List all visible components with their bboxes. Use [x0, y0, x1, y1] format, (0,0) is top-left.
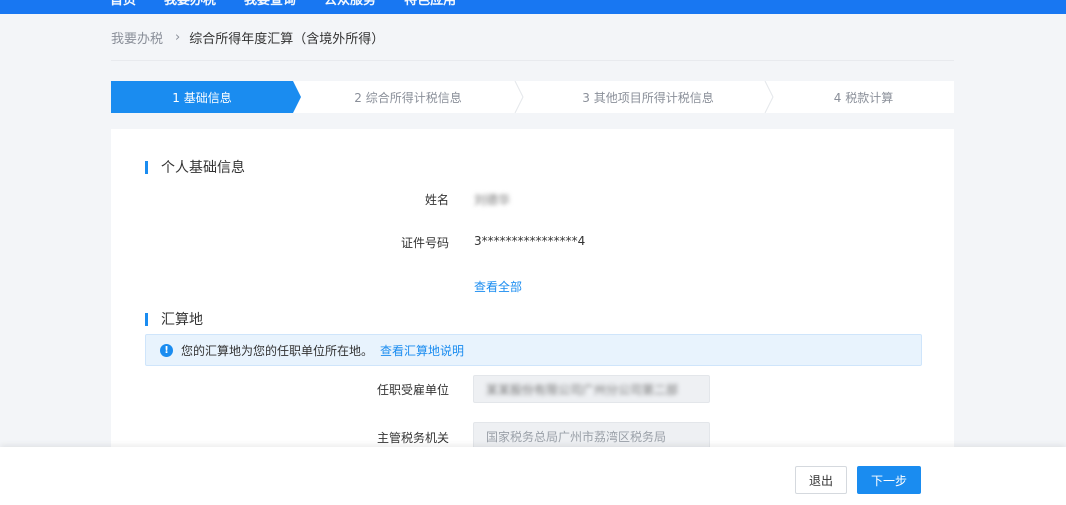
id-number-label: 证件号码 [400, 236, 449, 250]
tax-office-field: 国家税务总局广州市荔湾区税务局 [473, 422, 710, 450]
view-all-link[interactable]: 查看全部 [474, 278, 522, 295]
step-label: 3 其他项目所得计税信息 [582, 90, 714, 105]
employer-field: 某某股份有限公司广州分公司第二部 [473, 375, 710, 403]
section-marker [145, 160, 148, 174]
id-number-value: 3****************4 [474, 234, 586, 248]
settlement-notice: ! 您的汇算地为您的任职单位所在地。 查看汇算地说明 [145, 334, 922, 366]
breadcrumb-divider [111, 60, 954, 61]
section-settlement-place: 汇算地 [145, 309, 203, 329]
info-icon: ! [160, 343, 173, 357]
step-other-income: 3 其他项目所得计税信息 [523, 81, 774, 113]
chevron-right-icon: › [175, 30, 181, 45]
step-chevron-icon [764, 81, 774, 113]
step-label: 2 综合所得计税信息 [354, 90, 462, 105]
step-tax-calculation: 4 税款计算 [773, 81, 954, 113]
step-comprehensive-income: 2 综合所得计税信息 [293, 81, 524, 113]
section-title: 个人基础信息 [161, 160, 245, 176]
next-step-button[interactable]: 下一步 [857, 466, 921, 494]
progress-steps: 1 基础信息 2 综合所得计税信息 3 其他项目所得计税信息 4 税款计算 [111, 81, 954, 113]
nav-item-home[interactable]: 首页 [110, 0, 136, 11]
name-value: 刘德华 [474, 193, 511, 207]
step-chevron-icon [514, 81, 524, 113]
name-label: 姓名 [424, 193, 449, 207]
footer-action-bar: 退出 下一步 [0, 447, 1066, 505]
step-arrow-icon [293, 81, 301, 113]
settlement-explanation-link[interactable]: 查看汇算地说明 [380, 342, 464, 359]
step-basic-info: 1 基础信息 [111, 81, 301, 113]
top-nav: 首页 我要办税 我要查询 公众服务 特色应用 [110, 0, 484, 11]
nav-item-public[interactable]: 公众服务 [324, 0, 376, 11]
tax-office-label: 主管税务机关 [376, 431, 449, 445]
breadcrumb-home-link[interactable]: 我要办税 [111, 28, 163, 47]
employer-label: 任职受雇单位 [376, 383, 449, 397]
section-personal-info: 个人基础信息 [145, 157, 245, 177]
exit-button[interactable]: 退出 [795, 466, 847, 494]
form-card: 个人基础信息 姓名 刘德华 证件号码 3****************4 查看… [111, 129, 954, 459]
breadcrumb-current: 综合所得年度汇算（含境外所得） [189, 32, 385, 47]
nav-item-special[interactable]: 特色应用 [404, 0, 456, 11]
nav-item-tax[interactable]: 我要办税 [164, 0, 216, 11]
employer-value: 某某股份有限公司广州分公司第二部 [486, 382, 679, 397]
top-navigation-bar: 首页 我要办税 我要查询 公众服务 特色应用 [0, 0, 1066, 14]
notice-text: 您的汇算地为您的任职单位所在地。 [181, 343, 374, 358]
step-label: 4 税款计算 [833, 90, 894, 105]
section-title: 汇算地 [161, 312, 203, 328]
nav-item-query[interactable]: 我要查询 [244, 0, 296, 11]
breadcrumb: 我要办税 › 综合所得年度汇算（含境外所得） [111, 28, 384, 47]
step-label: 1 基础信息 [172, 90, 232, 105]
section-marker [145, 312, 148, 326]
